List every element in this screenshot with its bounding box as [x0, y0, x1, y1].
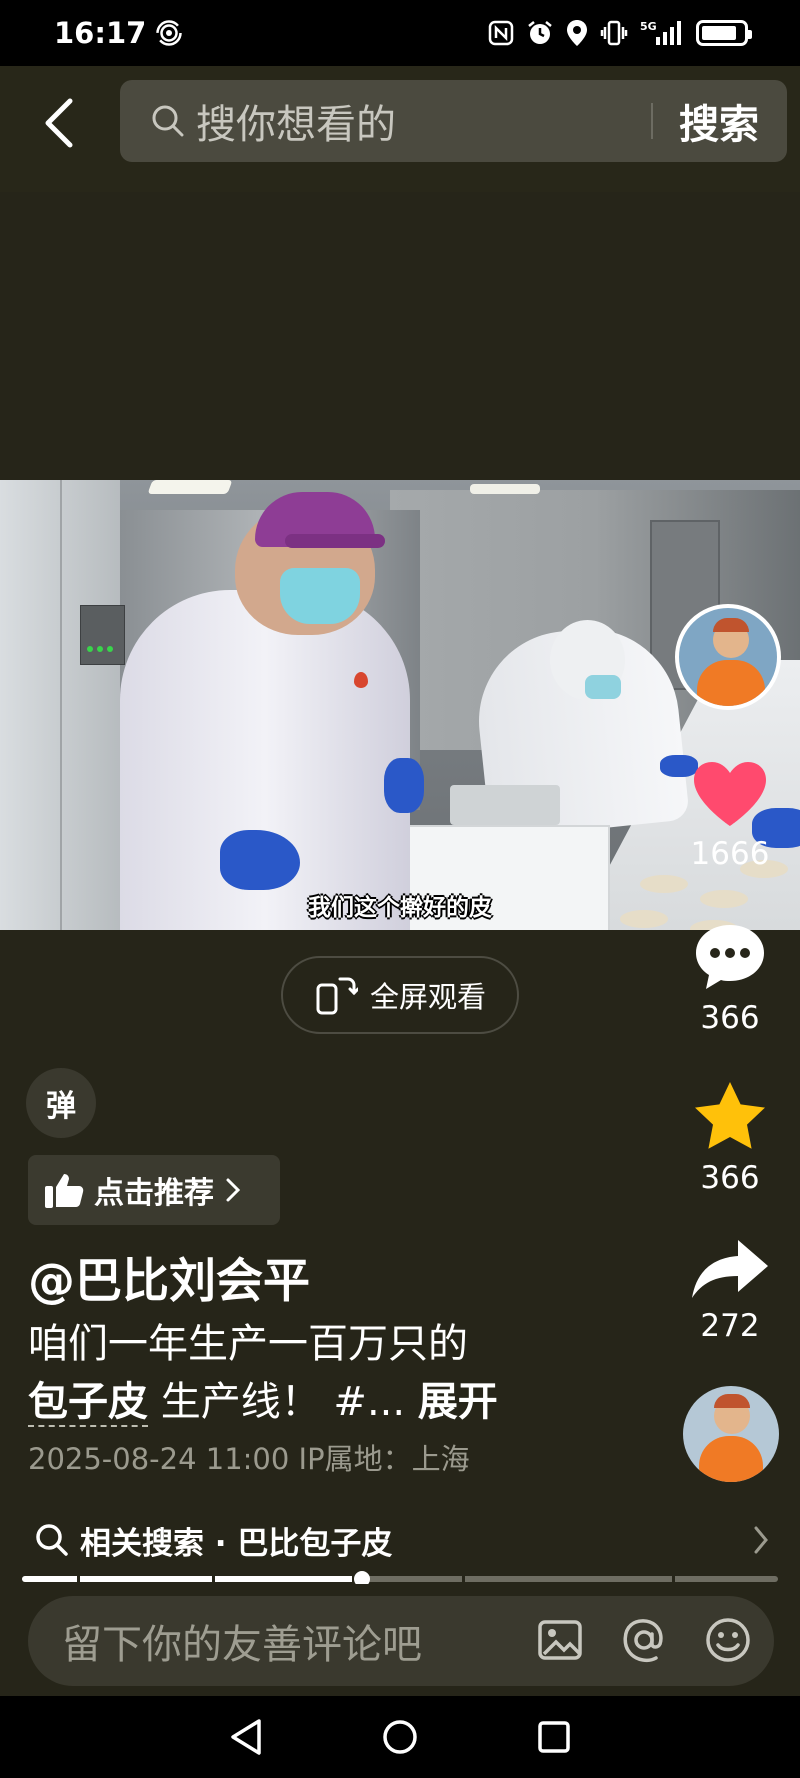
share-count: 272 [700, 1308, 760, 1344]
chevron-right-icon [754, 1526, 768, 1554]
recommend-button[interactable]: 点击推荐 [28, 1155, 280, 1225]
system-nav-bar [0, 1696, 800, 1778]
favorite-count: 366 [700, 1160, 760, 1196]
alarm-icon [526, 19, 554, 47]
like-button[interactable]: 1666 [665, 760, 795, 872]
search-box[interactable]: 搜你想看的 搜索 [120, 80, 787, 162]
keyword-link[interactable]: 包子皮 [28, 1379, 148, 1427]
search-button[interactable]: 搜索 [653, 92, 787, 150]
chevron-right-icon [226, 1178, 241, 1202]
star-icon [695, 1082, 765, 1149]
video-subtitle: 我们这个擀好的皮 [308, 895, 492, 921]
post-description: 咱们一年生产一百万只的 包子皮 生产线！ #... 展开 [28, 1315, 628, 1431]
desc-line-2: 生产线！ #... [160, 1379, 406, 1425]
nav-back-icon[interactable] [229, 1718, 263, 1756]
search-icon [152, 105, 184, 137]
comment-count: 366 [700, 1000, 760, 1036]
search-icon [36, 1524, 68, 1556]
like-count: 1666 [690, 836, 770, 872]
danmu-label: 弹 [46, 1089, 76, 1124]
heart-icon [694, 762, 766, 826]
danmu-toggle[interactable]: 弹 [26, 1068, 96, 1138]
image-icon[interactable] [536, 1616, 584, 1664]
comment-placeholder: 留下你的友善评论吧 [62, 1622, 422, 1668]
svg-text:5G: 5G [640, 20, 657, 33]
video-progress[interactable] [22, 1571, 778, 1587]
back-button[interactable] [28, 88, 88, 158]
status-time: 16:17 [54, 16, 147, 50]
desc-line-1: 咱们一年生产一百万只的 [28, 1321, 468, 1367]
related-search-label: 相关搜索 · 巴比包子皮 [80, 1525, 393, 1562]
comment-icon [696, 925, 764, 989]
nav-home-icon[interactable] [381, 1718, 419, 1756]
recommend-label: 点击推荐 [94, 1176, 214, 1211]
status-bar: 16:17 5G [0, 0, 800, 66]
search-input[interactable]: 搜你想看的 [196, 92, 651, 150]
battery-icon [696, 20, 752, 46]
expand-button[interactable]: 展开 [418, 1379, 498, 1425]
fullscreen-label: 全屏观看 [369, 980, 486, 1014]
nav-recents-icon[interactable] [537, 1720, 571, 1754]
emoji-icon[interactable] [704, 1616, 752, 1664]
nfc-icon [488, 20, 514, 46]
thumbs-up-icon [45, 1174, 84, 1208]
comment-button[interactable]: 366 [665, 922, 795, 1036]
music-avatar[interactable] [683, 1386, 779, 1482]
share-icon [692, 1240, 768, 1298]
back-icon [45, 98, 73, 148]
related-search[interactable]: 相关搜索 · 巴比包子皮 [0, 1510, 800, 1570]
fullscreen-button[interactable]: 全屏观看 [281, 956, 519, 1034]
signal-icon: 5G [640, 19, 684, 47]
comment-input[interactable]: 留下你的友善评论吧 [28, 1596, 774, 1686]
fullscreen-icon [316, 977, 358, 1015]
vibrate-icon [600, 19, 628, 47]
share-button[interactable]: 272 [665, 1238, 795, 1344]
favorite-button[interactable]: 366 [665, 1080, 795, 1196]
location-icon [566, 19, 588, 47]
top-bar: 搜你想看的 搜索 [0, 66, 800, 192]
author-avatar[interactable] [675, 604, 781, 710]
hotspot-icon [156, 20, 183, 46]
author-name[interactable]: @巴比刘会平 [28, 1242, 310, 1311]
post-meta: 2025-08-24 11:00 IP属地：上海 [28, 1442, 470, 1476]
at-icon[interactable] [620, 1616, 668, 1664]
